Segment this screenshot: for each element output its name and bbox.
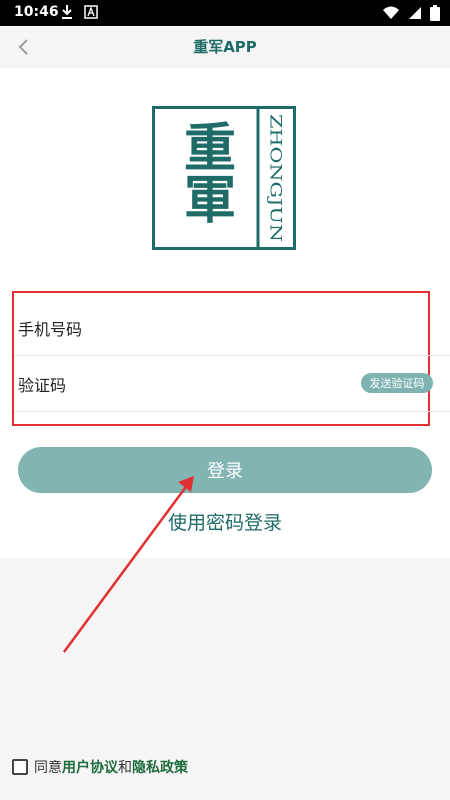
phone-row <box>14 303 450 356</box>
password-login-link[interactable]: 使用密码登录 <box>0 508 450 535</box>
agreement-checkbox[interactable] <box>12 759 28 775</box>
agreement-prefix: 同意 <box>34 760 62 776</box>
phone-input[interactable] <box>18 313 338 345</box>
login-panel: 重軍 ZHONGJUN 发送验证码 登录 使用密码登录 <box>0 68 450 558</box>
agreement-conjunction: 和 <box>118 760 132 776</box>
status-bar: 10:46 <box>0 0 450 26</box>
agreement-row: 同意 用户协议 和 隐私政策 <box>12 757 188 777</box>
verification-code-input[interactable] <box>18 369 338 401</box>
login-button[interactable]: 登录 <box>18 447 432 493</box>
zhongjun-logo: 重軍 ZHONGJUN <box>152 106 296 250</box>
verification-code-row: 发送验证码 <box>14 359 450 412</box>
logo-chinese-text: 重軍 <box>175 120 236 224</box>
status-notification-icons <box>60 4 98 20</box>
wifi-icon <box>383 6 399 19</box>
font-app-icon <box>84 5 98 19</box>
signal-icon <box>409 7 421 19</box>
download-icon <box>62 5 72 19</box>
logo-latin-text: ZHONGJUN <box>267 114 286 242</box>
send-code-button[interactable]: 发送验证码 <box>361 373 433 393</box>
status-system-icons <box>382 5 440 21</box>
login-input-group: 发送验证码 <box>12 291 450 426</box>
status-time: 10:46 <box>14 4 59 20</box>
battery-icon <box>430 5 440 21</box>
page-title: 重军APP <box>193 38 257 56</box>
app-header: 重军APP <box>0 26 450 69</box>
privacy-policy-link[interactable]: 隐私政策 <box>132 757 188 777</box>
user-agreement-link[interactable]: 用户协议 <box>62 757 118 777</box>
